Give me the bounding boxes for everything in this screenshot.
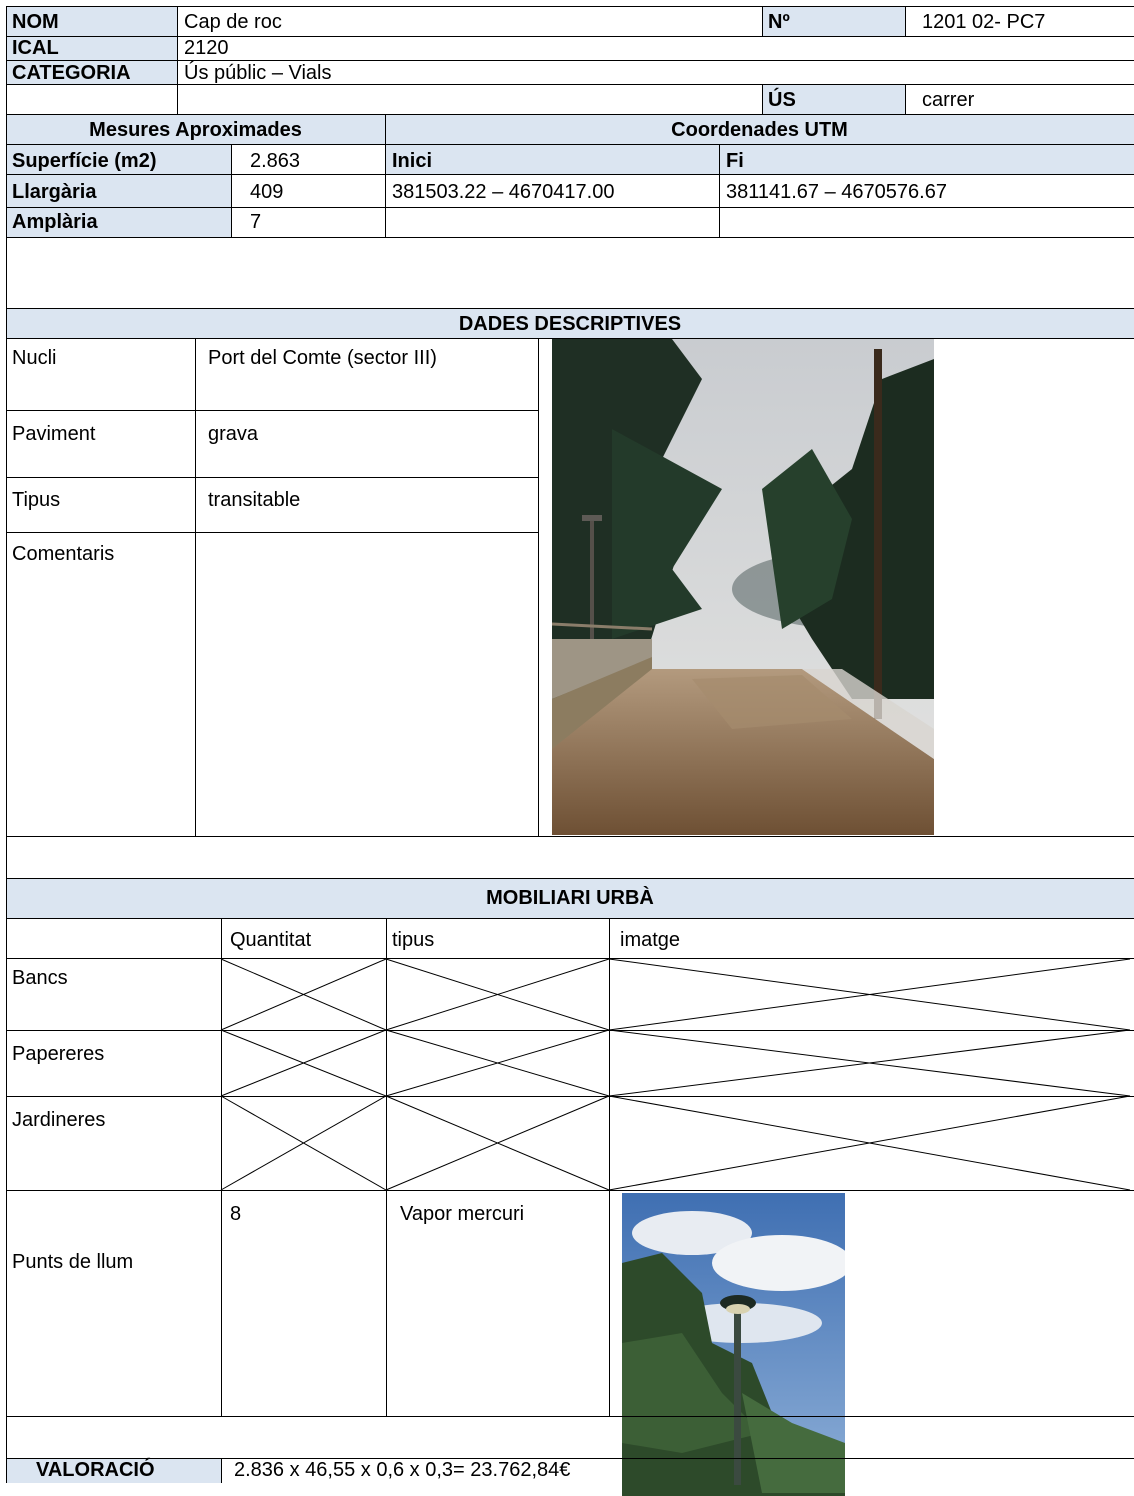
valuation-value: 2.836 x 46,55 x 0,6 x 0,3= 23.762,84€ — [234, 1459, 571, 1481]
empty-cell-crosses — [220, 958, 1131, 1191]
valuation-label: VALORACIÓ — [36, 1459, 155, 1481]
street-lamp-photo-image — [622, 1193, 845, 1496]
street-lamp-photo — [622, 1193, 845, 1496]
